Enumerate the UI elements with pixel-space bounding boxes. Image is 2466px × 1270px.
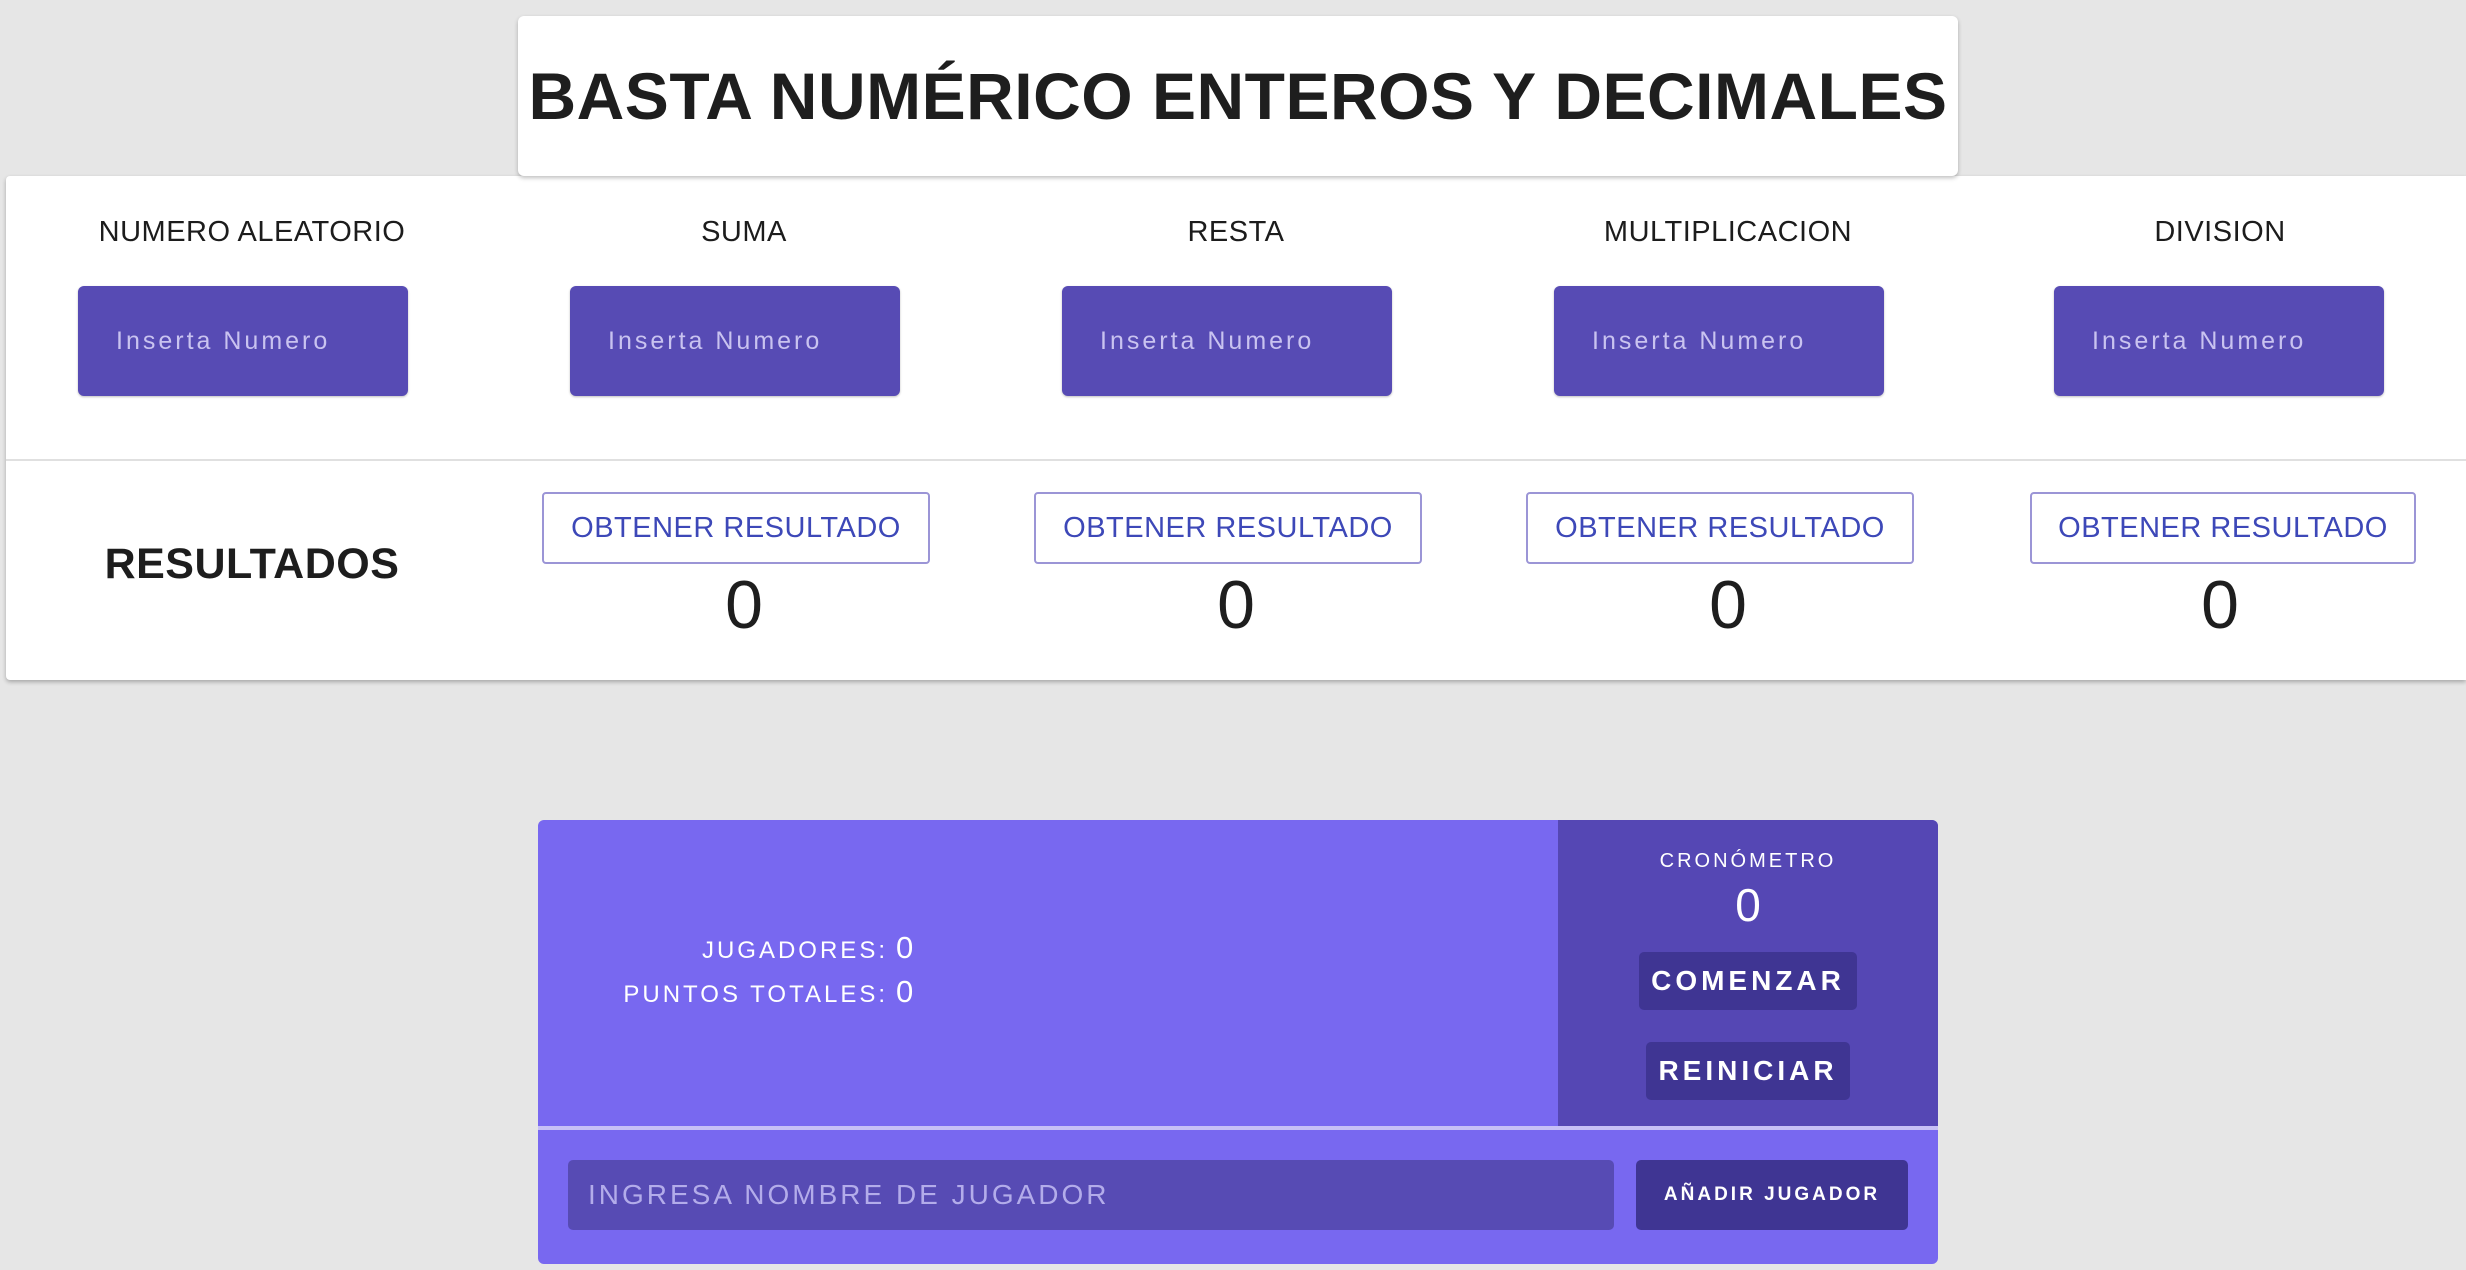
players-value: 0 — [896, 930, 914, 965]
results-label: RESULTADOS — [104, 540, 400, 588]
row-divider — [6, 459, 2466, 461]
multiplicacion-result-button[interactable]: OBTENER RESULTADO — [1526, 492, 1914, 564]
panel-divider — [538, 1126, 1938, 1130]
resta-result-value: 0 — [1217, 567, 1255, 643]
timer-value: 0 — [1735, 879, 1761, 931]
multiplicacion-result-value: 0 — [1709, 567, 1747, 643]
division-input[interactable] — [2054, 286, 2384, 396]
stats-block: JUGADORES: 0 PUNTOS TOTALES: 0 — [618, 930, 918, 1018]
column-header: MULTIPLICACION — [1603, 216, 1853, 248]
suma-result-button[interactable]: OBTENER RESULTADO — [542, 492, 930, 564]
column-header: SUMA — [701, 216, 787, 248]
column-header: DIVISION — [2154, 216, 2286, 248]
column-division: DIVISION OBTENER RESULTADO 0 — [1974, 176, 2466, 680]
game-panel: JUGADORES: 0 PUNTOS TOTALES: 0 CRONÓMETR… — [538, 820, 1938, 1264]
players-stat: JUGADORES: 0 — [618, 930, 918, 974]
reset-button[interactable]: REINICIAR — [1646, 1042, 1850, 1100]
column-resta: RESTA OBTENER RESULTADO 0 — [990, 176, 1482, 680]
timer-box: CRONÓMETRO 0 COMENZAR REINICIAR — [1558, 820, 1938, 1126]
game-grid: NUMERO ALEATORIO RESULTADOS SUMA OBTENER… — [6, 176, 2466, 680]
page-title: BASTA NUMÉRICO ENTEROS Y DECIMALES — [528, 59, 1948, 133]
points-value: 0 — [896, 974, 914, 1009]
start-button[interactable]: COMENZAR — [1639, 952, 1857, 1010]
division-result-value: 0 — [2201, 567, 2239, 643]
resta-input[interactable] — [1062, 286, 1392, 396]
column-header: NUMERO ALEATORIO — [98, 216, 406, 248]
column-suma: SUMA OBTENER RESULTADO 0 — [498, 176, 990, 680]
resta-result-button[interactable]: OBTENER RESULTADO — [1034, 492, 1422, 564]
division-result-button[interactable]: OBTENER RESULTADO — [2030, 492, 2416, 564]
suma-input[interactable] — [570, 286, 900, 396]
multiplicacion-input[interactable] — [1554, 286, 1884, 396]
points-label: PUNTOS TOTALES: — [623, 981, 888, 1008]
column-header: RESTA — [1187, 216, 1285, 248]
points-stat: PUNTOS TOTALES: 0 — [618, 974, 918, 1018]
numero-aleatorio-input[interactable] — [78, 286, 408, 396]
timer-label: CRONÓMETRO — [1659, 850, 1837, 872]
players-label: JUGADORES: — [701, 937, 888, 964]
column-numero-aleatorio: NUMERO ALEATORIO RESULTADOS — [6, 176, 498, 680]
suma-result-value: 0 — [725, 567, 763, 643]
add-player-button[interactable]: AÑADIR JUGADOR — [1636, 1160, 1908, 1230]
player-name-input[interactable] — [568, 1160, 1614, 1230]
title-card: BASTA NUMÉRICO ENTEROS Y DECIMALES — [518, 16, 1958, 176]
column-multiplicacion: MULTIPLICACION OBTENER RESULTADO 0 — [1482, 176, 1974, 680]
